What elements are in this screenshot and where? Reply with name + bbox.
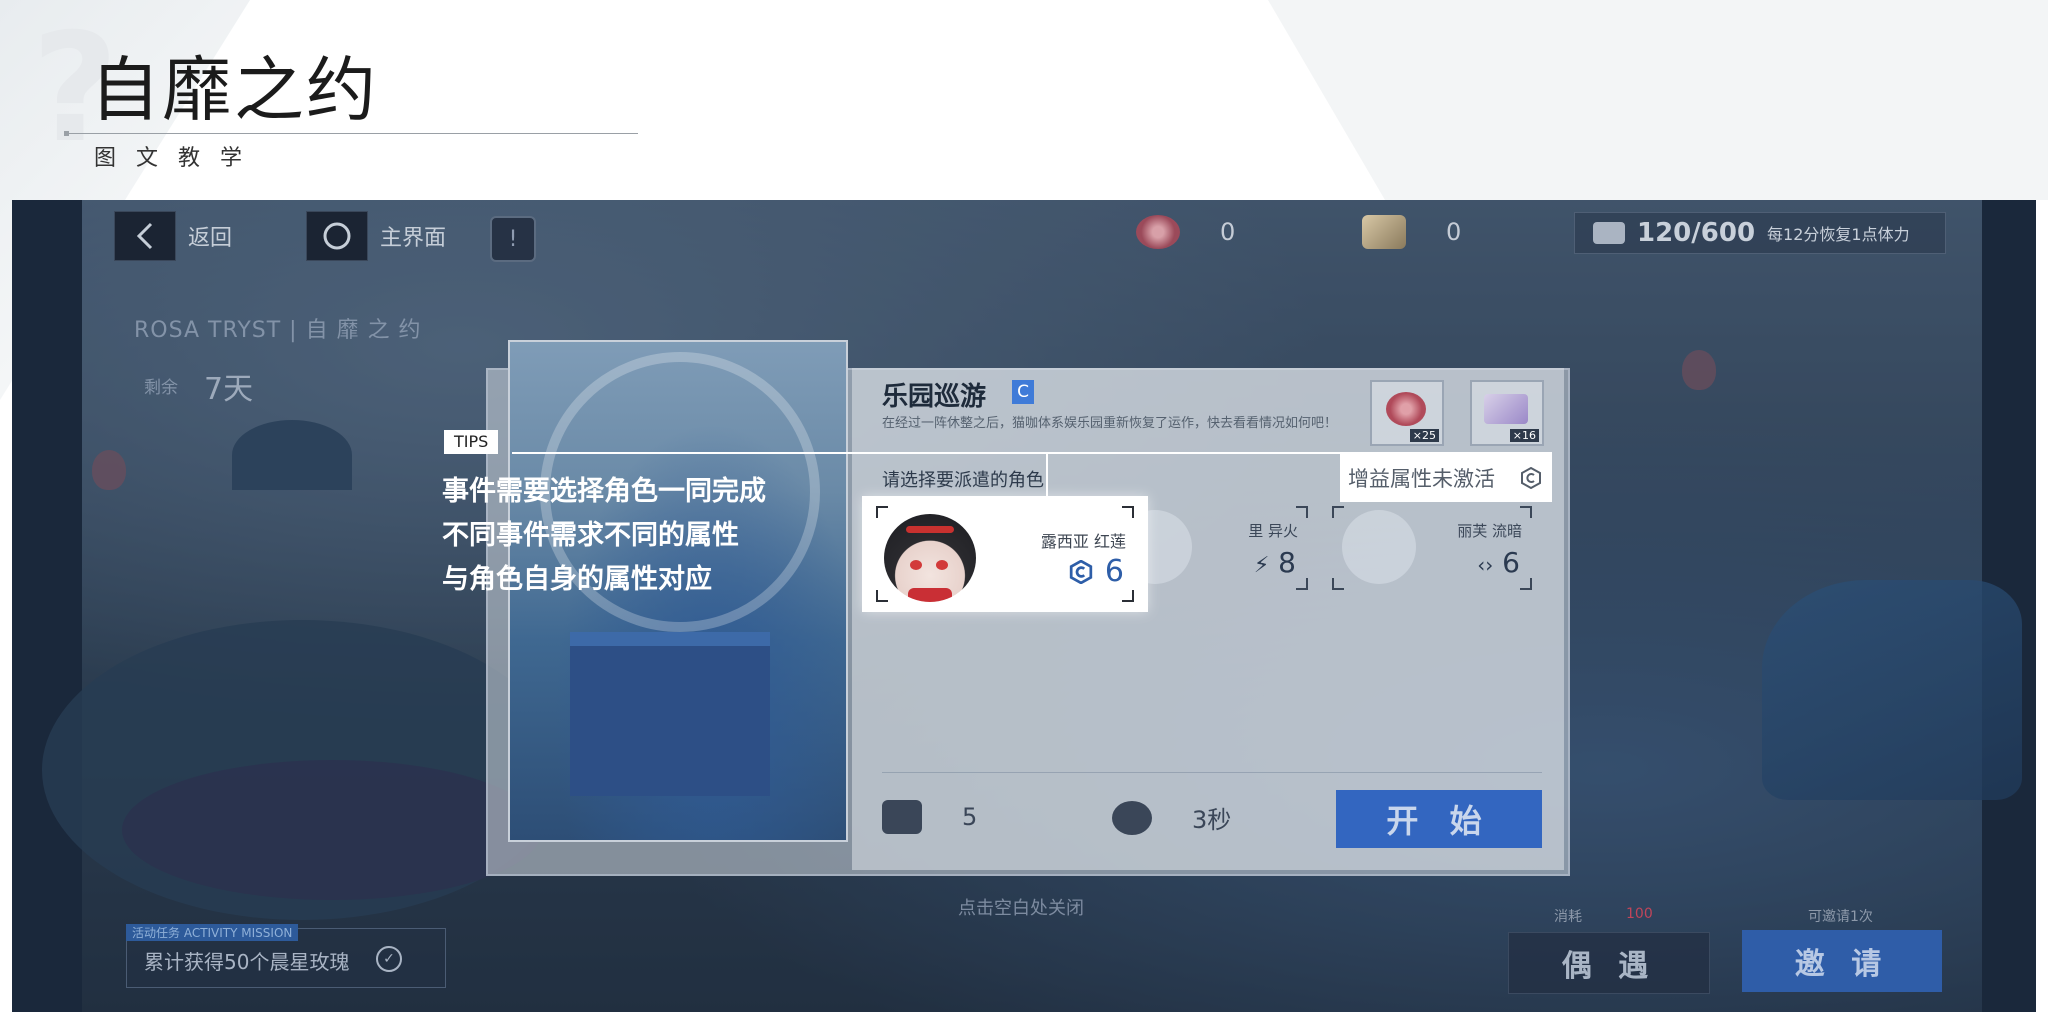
- stamina-value: 120/600: [1637, 218, 1756, 248]
- back-label: 返回: [188, 226, 233, 251]
- slot-corner: [1332, 578, 1344, 590]
- character-attribute-value: ⚡ 8: [1254, 546, 1296, 579]
- tips-text: 事件需要选择角色一同完成 不同事件需求不同的属性 与角色自身的属性对应: [442, 470, 766, 602]
- lightning-icon: ⚡: [1253, 553, 1270, 578]
- event-name: ROSA TRYST | 自 靡 之 约: [134, 318, 422, 343]
- resource-ticket: 0: [1362, 215, 1461, 249]
- chevron-left-icon: [114, 211, 176, 261]
- dialog-description: 在经过一阵休整之后，猫咖体系娱乐园重新恢复了运作，快去看看情况如何吧！: [882, 416, 1338, 431]
- character-name: 里 异火: [1248, 522, 1298, 540]
- slot-corner: [1520, 578, 1532, 590]
- encounter-label: 偶 遇: [1561, 949, 1657, 984]
- ticket-icon: [1484, 394, 1528, 424]
- stamina-display: 120/600 每12分恢复1点体力: [1574, 212, 1946, 254]
- resource-value: 0: [1220, 218, 1236, 246]
- reward-count: ×16: [1509, 429, 1539, 442]
- invite-button[interactable]: 邀 请: [1742, 930, 1942, 992]
- activity-task-tag: 活动任务 ACTIVITY MISSION: [126, 924, 299, 941]
- reward-item[interactable]: ×16: [1470, 380, 1544, 446]
- consume-value: 100: [1626, 906, 1653, 922]
- info-icon[interactable]: !: [490, 216, 536, 262]
- activity-task-text: 累计获得50个晨星玫瑰: [144, 950, 350, 974]
- stamina-note: 每12分恢复1点体力: [1767, 225, 1910, 244]
- cost-value: 5: [962, 803, 978, 831]
- slot-corner: [1520, 506, 1532, 518]
- character-attribute-value: 6: [1069, 554, 1124, 589]
- character-eye: [936, 560, 948, 570]
- character-name: 露西亚 红莲: [1040, 532, 1126, 551]
- attribute-hex-icon: [1069, 559, 1093, 584]
- slot-corner: [876, 590, 888, 602]
- attribute-number: 6: [1104, 554, 1124, 589]
- header-background-shape-right: [1268, 0, 2048, 200]
- castle-building: [570, 632, 770, 796]
- home-label: 主界面: [380, 226, 447, 251]
- resource-value: 0: [1446, 218, 1462, 246]
- tips-leader-line-vertical: [1046, 452, 1048, 496]
- attribute-number: 8: [1278, 546, 1296, 579]
- time-value: 3秒: [1192, 806, 1232, 834]
- rose-token-icon: [1136, 215, 1180, 249]
- character-attribute-value: ‹› 6: [1477, 546, 1520, 579]
- highlighted-character-slot[interactable]: 露西亚 红莲 6: [862, 496, 1148, 612]
- cost-display: 5: [882, 800, 977, 834]
- check-icon: ✓: [376, 946, 402, 972]
- start-button[interactable]: 开 始: [1336, 790, 1542, 848]
- code-icon: ‹›: [1477, 553, 1494, 577]
- slot-corner: [1332, 506, 1344, 518]
- red-headband: [906, 526, 954, 533]
- consume-label: 消耗: [1554, 909, 1582, 925]
- character-slot[interactable]: 丽芙 流暗 ‹› 6: [1332, 506, 1532, 590]
- slot-corner: [1122, 506, 1134, 518]
- tips-line: 与角色自身的属性对应: [442, 564, 712, 595]
- buff-status-box: 增益属性未激活: [1340, 454, 1552, 502]
- character-avatar: [1342, 510, 1416, 584]
- character-name: 丽芙 流暗: [1457, 522, 1522, 540]
- ticket-icon: [1362, 215, 1406, 249]
- stamina-icon: [882, 800, 922, 834]
- page-subtitle: 图文教学: [94, 146, 263, 171]
- clock-icon: [1112, 800, 1152, 835]
- tips-line: 事件需要选择角色一同完成: [442, 476, 766, 507]
- title-rule: [66, 133, 638, 134]
- attribute-number: 6: [1502, 546, 1520, 579]
- dialog-divider: [882, 772, 1542, 773]
- slot-corner: [1296, 578, 1308, 590]
- reward-item[interactable]: ×25: [1370, 380, 1444, 446]
- home-button[interactable]: 主界面: [306, 211, 447, 261]
- resource-rose: 0: [1136, 215, 1235, 249]
- encounter-button[interactable]: 偶 遇: [1508, 932, 1710, 994]
- time-display: 3秒: [1112, 800, 1231, 835]
- select-prompt: 请选择要派遣的角色: [882, 470, 1044, 491]
- remaining-value: 7天: [204, 372, 254, 407]
- character-collar: [908, 588, 952, 602]
- stamina-icon: [1593, 222, 1625, 244]
- reward-count: ×25: [1409, 429, 1439, 442]
- invite-note: 可邀请1次: [1808, 909, 1873, 925]
- invite-label: 邀 请: [1794, 947, 1890, 982]
- tips-line: 不同事件需求不同的属性: [442, 520, 739, 551]
- rose-token-icon: [1386, 392, 1426, 426]
- attribute-hex-icon: [1521, 467, 1541, 489]
- buff-status-text: 增益属性未激活: [1348, 467, 1495, 491]
- dialog-title: 乐园巡游: [882, 382, 987, 412]
- character-avatar: [884, 514, 976, 602]
- back-button[interactable]: 返回: [114, 211, 233, 261]
- close-hint[interactable]: 点击空白处关闭: [958, 894, 1084, 920]
- page-title: 自靡之约: [90, 49, 378, 131]
- circle-icon: [306, 211, 368, 261]
- slot-corner: [876, 506, 888, 518]
- character-eye: [910, 560, 922, 570]
- tips-tag: TIPS: [444, 430, 499, 454]
- grade-badge: C: [1012, 380, 1034, 404]
- slot-corner: [1122, 590, 1134, 602]
- slot-corner: [1296, 506, 1308, 518]
- remaining-label: 剩余: [144, 378, 178, 398]
